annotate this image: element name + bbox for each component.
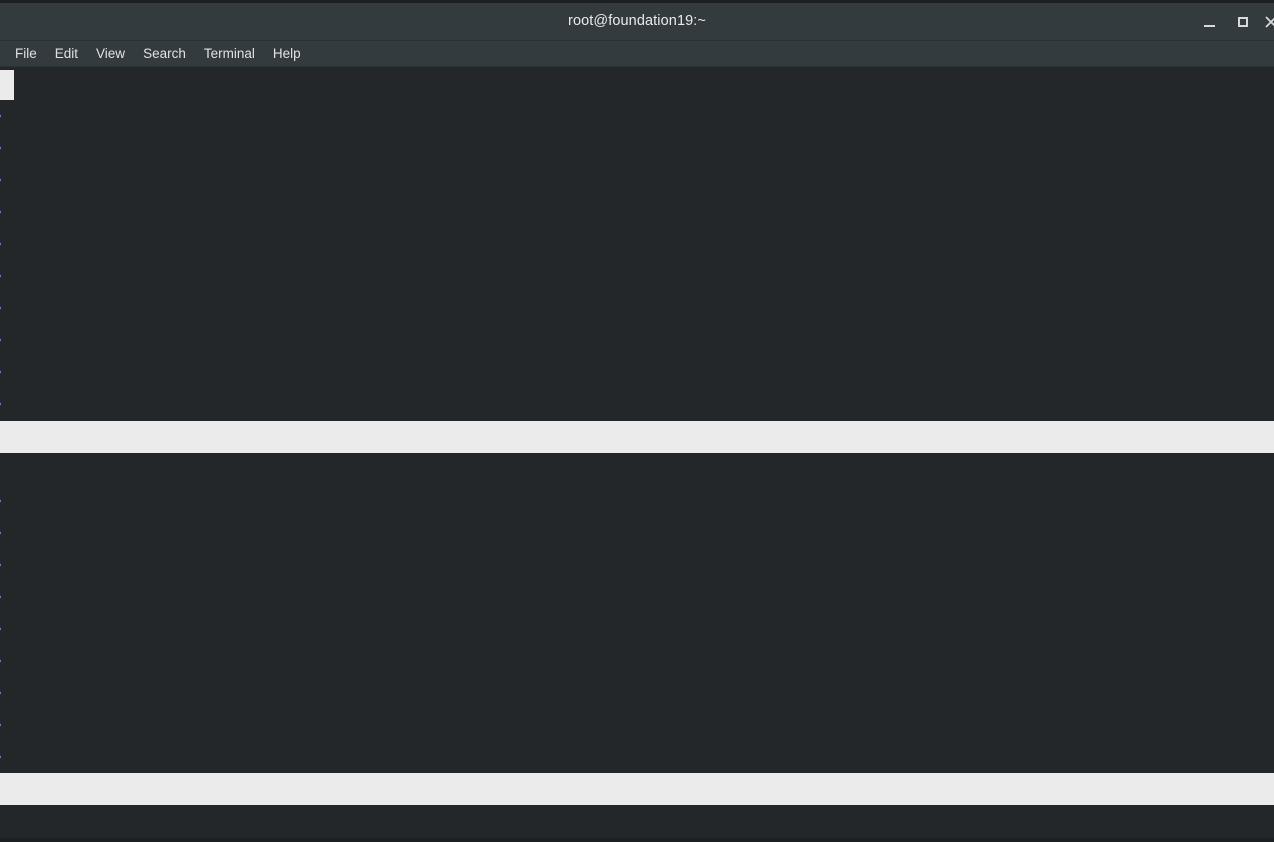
tilde-icon: ~	[0, 518, 2, 547]
vim-line	[0, 453, 1274, 485]
window-bottom-edge	[0, 838, 1274, 842]
minimize-icon[interactable]	[1192, 3, 1226, 41]
tilde-icon: ~	[0, 133, 2, 162]
vim-empty-line-marker: ~	[0, 485, 1274, 517]
vim-cursor	[0, 70, 14, 100]
tilde-icon: ~	[0, 261, 2, 290]
vim-empty-line-marker: ~	[0, 260, 1274, 292]
vim-empty-line-marker: ~	[0, 100, 1274, 132]
menu-item-terminal[interactable]: Terminal	[195, 44, 264, 64]
vim-empty-line-marker: ~	[0, 196, 1274, 228]
vim-statusline-top: njx 0,0-1 All	[0, 421, 1274, 453]
menu-bar: File Edit View Search Terminal Help	[0, 41, 1274, 67]
terminal-window: root@foundation19:~ File Edit View Searc…	[0, 0, 1274, 842]
vim-empty-line-marker: ~	[0, 292, 1274, 324]
vim-empty-line-marker: ~	[0, 132, 1274, 164]
vim-empty-line-marker: ~	[0, 356, 1274, 388]
tilde-icon: ~	[0, 325, 2, 354]
vim-empty-line-marker: ~	[0, 517, 1274, 549]
vim-empty-line-marker: ~	[0, 741, 1274, 773]
tilde-icon: ~	[0, 646, 2, 675]
title-bar[interactable]: root@foundation19:~	[0, 3, 1274, 41]
tilde-icon: ~	[0, 710, 2, 739]
maximize-icon[interactable]	[1226, 3, 1260, 41]
vim-empty-line-marker: ~	[0, 645, 1274, 677]
tilde-icon: ~	[0, 165, 2, 194]
vim-empty-line-marker: ~	[0, 613, 1274, 645]
vim-empty-line-marker: ~	[0, 549, 1274, 581]
tilde-icon: ~	[0, 229, 2, 258]
menu-item-search[interactable]: Search	[134, 44, 195, 64]
menu-item-file[interactable]: File	[6, 44, 46, 64]
tilde-icon: ~	[0, 486, 2, 515]
tilde-icon: ~	[0, 678, 2, 707]
vim-empty-line-marker: ~	[0, 324, 1274, 356]
vim-empty-line-marker: ~	[0, 581, 1274, 613]
tilde-icon: ~	[0, 614, 2, 643]
vim-statusline-bottom: history 0,0-1 All	[0, 773, 1274, 805]
tilde-icon: ~	[0, 742, 2, 771]
tilde-icon: ~	[0, 197, 2, 226]
tilde-icon: ~	[0, 582, 2, 611]
tilde-icon: ~	[0, 357, 2, 386]
menu-item-view[interactable]: View	[87, 44, 134, 64]
window-controls	[1192, 3, 1274, 41]
vim-empty-line-marker: ~	[0, 228, 1274, 260]
vim-empty-line-marker: ~	[0, 677, 1274, 709]
vim-line	[0, 68, 1274, 100]
tilde-icon: ~	[0, 101, 2, 130]
vim-empty-line-marker: ~	[0, 164, 1274, 196]
tilde-icon: ~	[0, 293, 2, 322]
tilde-icon: ~	[0, 389, 2, 418]
vim-empty-line-marker: ~	[0, 709, 1274, 741]
window-title: root@foundation19:~	[568, 13, 706, 29]
tilde-icon: ~	[0, 550, 2, 579]
vim-empty-line-marker: ~	[0, 388, 1274, 420]
menu-item-help[interactable]: Help	[264, 44, 310, 64]
menu-item-edit[interactable]: Edit	[46, 44, 87, 64]
terminal-screen[interactable]: ~ ~ ~ ~ ~ ~ ~ ~ ~ ~ njx 0,0-1 All ~ ~ ~ ~ ~ ~ ~ ~ ~ histo…	[0, 68, 1274, 839]
close-icon[interactable]	[1260, 3, 1274, 41]
